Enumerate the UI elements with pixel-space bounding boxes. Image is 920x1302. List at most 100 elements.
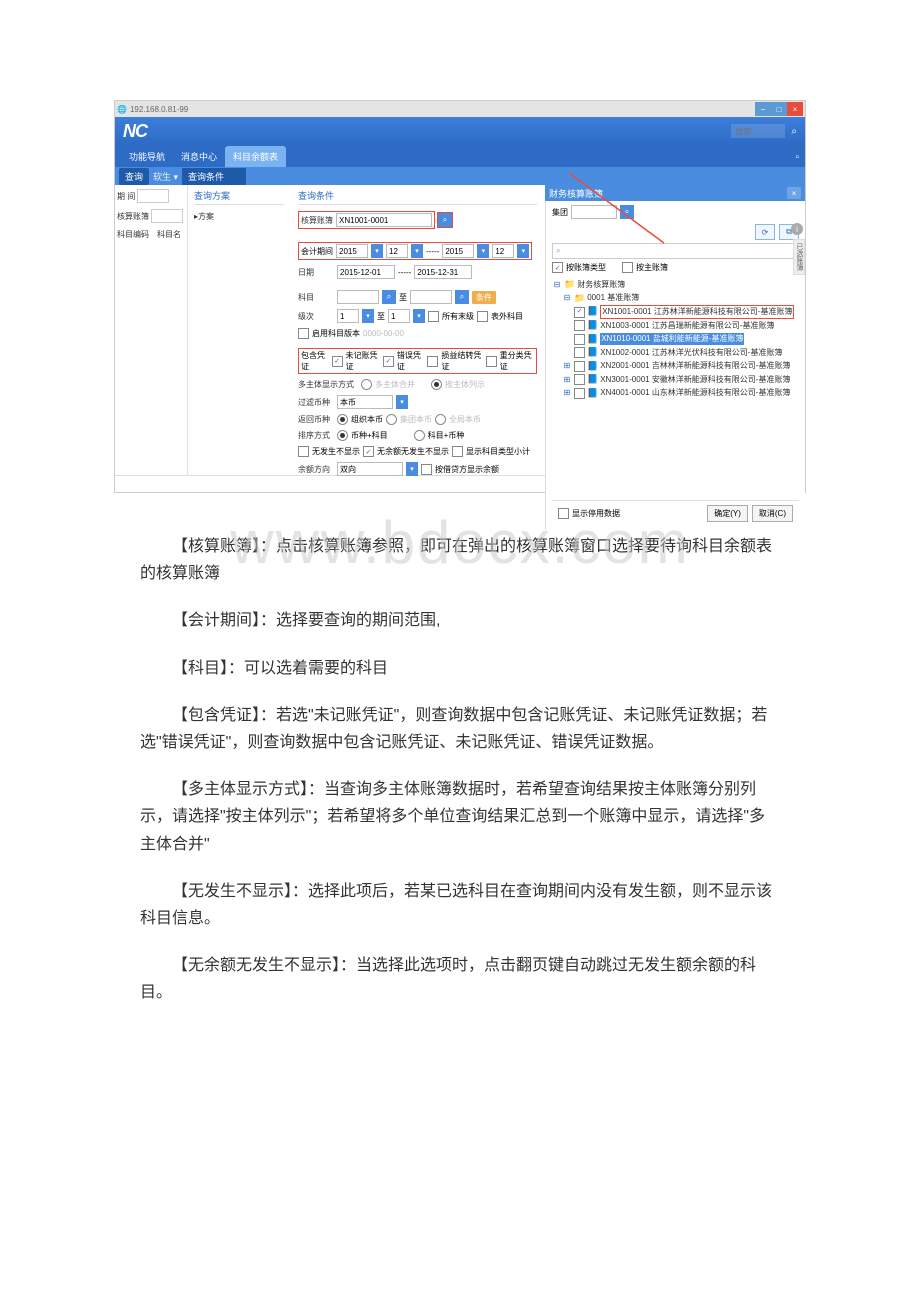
tree-leaf-6[interactable]: XN3001-0001 安徽林洋新能源科技有限公司-基准账簿 (600, 374, 790, 386)
nav-tab-function[interactable]: 功能导航 (121, 146, 173, 167)
subject-currency-radio[interactable] (414, 430, 425, 441)
search-icon[interactable]: ⌕ (791, 126, 797, 137)
no-balance-activity-label: 无余额无发生不显示 (377, 446, 449, 457)
ledger-lookup-icon[interactable]: ⌕ (438, 213, 452, 227)
dropdown-icon[interactable]: ▾ (411, 244, 423, 258)
dropdown-icon[interactable]: ▾ (477, 244, 489, 258)
subject-from-lookup-icon[interactable]: ⌕ (382, 290, 396, 304)
toolbar-soft-label[interactable]: 软生 ▾ (153, 170, 178, 183)
dropdown-icon[interactable]: ▾ (406, 462, 418, 476)
plan-item[interactable]: ▸方案 (194, 209, 284, 224)
currency-subject-radio[interactable] (337, 430, 348, 441)
dropdown-icon[interactable]: ▾ (396, 395, 408, 409)
expand-icon[interactable]: ⊞ (562, 387, 572, 399)
unposted-checkbox[interactable]: ✓ (332, 356, 343, 367)
expand-icon[interactable]: ⊟ (562, 292, 572, 304)
folder-icon: 📁 (574, 292, 585, 306)
nav-tab-balance[interactable]: 科目余额表 (225, 146, 286, 167)
expand-icon[interactable]: ⊞ (562, 360, 572, 372)
error-voucher-checkbox[interactable]: ✓ (383, 356, 394, 367)
tree-leaf-4[interactable]: XN1002-0001 江苏林洋光伏科技有限公司-基准账簿 (600, 347, 782, 359)
annotation-arrow (569, 174, 664, 175)
tree-checkbox[interactable] (574, 388, 585, 399)
book-icon: 📘 (587, 360, 598, 374)
enable-version-checkbox[interactable] (298, 328, 309, 339)
all-end-checkbox[interactable] (428, 311, 439, 322)
popup-close-button[interactable]: × (787, 187, 801, 199)
subject-to-input[interactable] (410, 290, 452, 304)
book-icon: 📘 (587, 333, 598, 347)
ledger-field-input[interactable] (336, 213, 432, 227)
window-maximize-button[interactable]: □ (771, 102, 787, 116)
window-minimize-button[interactable]: − (755, 102, 771, 116)
period-separator: ----- (426, 247, 439, 256)
ledger-label: 核算账簿 (117, 211, 149, 222)
period-month1-input[interactable] (386, 244, 408, 258)
subject-name-label: 科目名 (157, 229, 181, 240)
period-month2-input[interactable] (492, 244, 514, 258)
subject-to-lookup-icon[interactable]: ⌕ (455, 290, 469, 304)
tree-leaf-7[interactable]: XN4001-0001 山东林洋新能源科技有限公司-基准账簿 (600, 387, 790, 399)
level-to-label: 至 (377, 311, 385, 322)
tree-checkbox[interactable] (574, 334, 585, 345)
period-input[interactable] (137, 189, 169, 203)
by-main-ledger-checkbox[interactable] (622, 262, 633, 273)
tree-root[interactable]: 财务核算账簿 (577, 279, 625, 291)
tree-checkbox[interactable] (574, 320, 585, 331)
tree-node-1[interactable]: 0001 基准账簿 (587, 292, 639, 304)
period-year1-input[interactable] (336, 244, 368, 258)
folder-icon[interactable]: ⊟ (552, 279, 562, 291)
currency-subject-label: 币种+科目 (351, 430, 388, 441)
ok-button[interactable]: 确定(Y) (707, 505, 748, 522)
by-ledger-type-checkbox[interactable]: ✓ (552, 262, 563, 273)
show-disabled-checkbox[interactable] (558, 508, 569, 519)
no-activity-checkbox[interactable] (298, 446, 309, 457)
filter-currency-input[interactable] (337, 395, 393, 409)
subject-currency-label: 科目+币种 (428, 430, 465, 441)
level2-input[interactable] (388, 309, 410, 323)
period-year2-input[interactable] (442, 244, 474, 258)
no-balance-activity-checkbox[interactable]: ✓ (363, 446, 374, 457)
org-local-label: 组织本币 (351, 414, 383, 425)
group-local-label: 集团本币 (400, 414, 432, 425)
search-condition-tab[interactable]: 查询条件 (182, 168, 246, 185)
tree-checkbox[interactable] (574, 374, 585, 385)
dropdown-icon[interactable]: ▾ (371, 244, 383, 258)
nav-expand-icon[interactable]: ▫ (795, 152, 799, 163)
global-search-input[interactable] (731, 124, 785, 138)
org-local-radio[interactable] (337, 414, 348, 425)
no-activity-label: 无发生不显示 (312, 446, 360, 457)
profit-loss-checkbox[interactable] (427, 356, 438, 367)
show-by-dir-checkbox[interactable] (421, 464, 432, 475)
outside-label: 表外科目 (491, 311, 523, 322)
dropdown-icon[interactable]: ▾ (517, 244, 529, 258)
nav-tab-message[interactable]: 消息中心 (173, 146, 225, 167)
balance-dir-input[interactable] (337, 462, 403, 476)
reclass-checkbox[interactable] (486, 356, 497, 367)
cancel-button[interactable]: 取消(C) (752, 505, 793, 522)
selected-ledger-tab[interactable]: 已选账簿 (793, 239, 805, 275)
level1-input[interactable] (337, 309, 359, 323)
condition-button[interactable]: 条件 (472, 291, 496, 304)
tree-leaf-5[interactable]: XN2001-0001 吉林林洋新能源科技有限公司-基准账簿 (600, 360, 790, 372)
date2-input[interactable] (414, 265, 472, 279)
tree-checkbox[interactable] (574, 361, 585, 372)
expand-icon[interactable]: ⊞ (562, 374, 572, 386)
paragraph-period: 【会计期间】：选择要查询的期间范围, (140, 607, 780, 634)
window-close-button[interactable]: × (787, 102, 803, 116)
subject-from-input[interactable] (337, 290, 379, 304)
show-subtotal-checkbox[interactable] (452, 446, 463, 457)
dropdown-icon[interactable]: ▾ (413, 309, 425, 323)
refresh-button[interactable]: ⟳ (755, 224, 775, 240)
tree-leaf-1[interactable]: XN1001-0001 江苏林洋新能源科技有限公司-基准账簿 (600, 305, 794, 319)
tree-checkbox[interactable] (574, 347, 585, 358)
ledger-input[interactable] (151, 209, 183, 223)
outside-checkbox[interactable] (477, 311, 488, 322)
info-icon[interactable]: i (791, 223, 803, 235)
query-button[interactable]: 查询 (119, 168, 149, 185)
dropdown-icon[interactable]: ▾ (362, 309, 374, 323)
tree-leaf-2[interactable]: XN1003-0001 江苏昌瑞新能源有限公司-基准账簿 (600, 320, 774, 332)
tree-leaf-3[interactable]: XN1010-0001 盐城利能新能源-基准账簿 (600, 333, 744, 345)
date1-input[interactable] (337, 265, 395, 279)
tree-checkbox[interactable]: ✓ (574, 307, 585, 318)
